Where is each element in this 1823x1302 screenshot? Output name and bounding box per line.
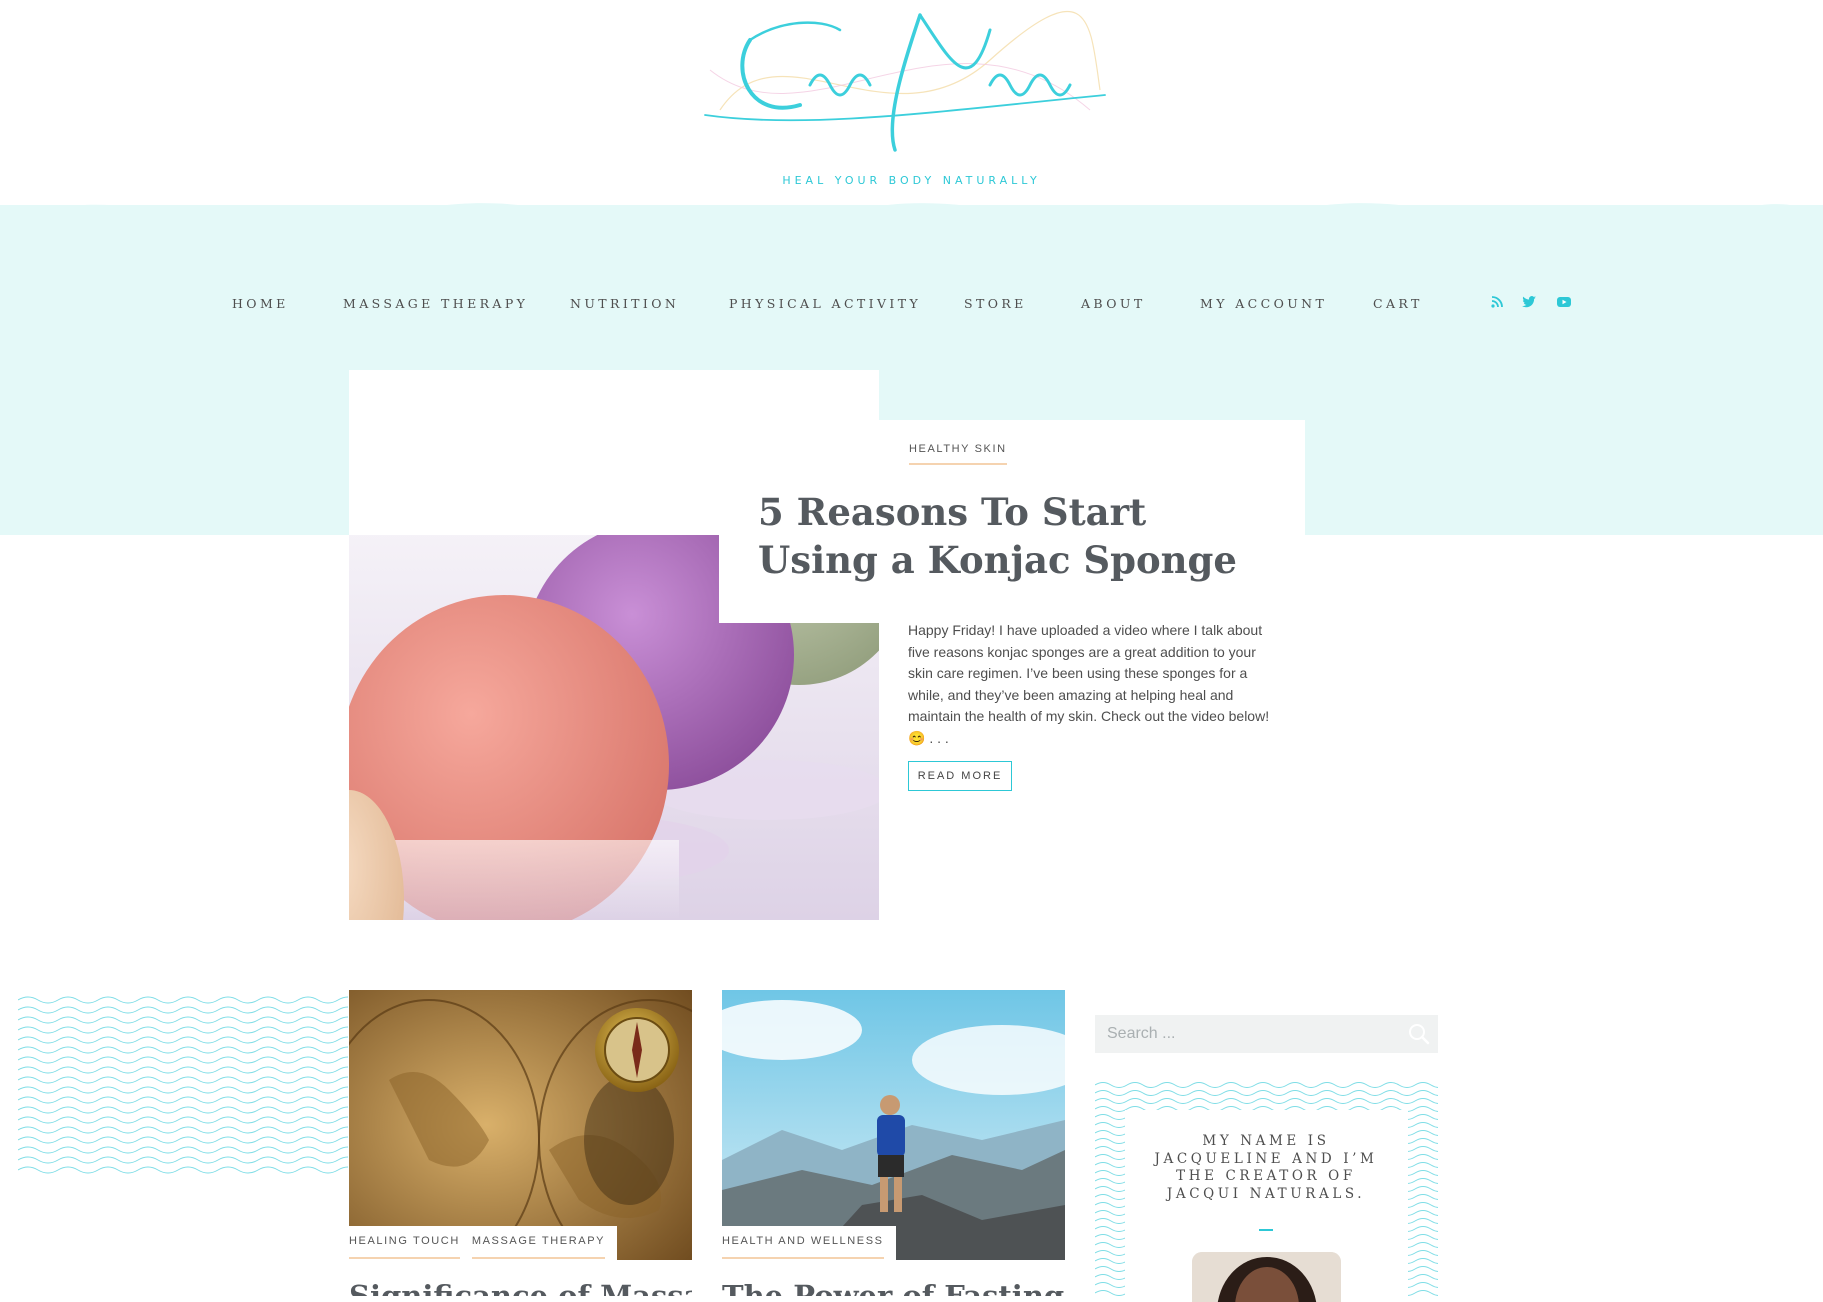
about-widget-text: MY NAME IS JACQUELINE AND I’M THE CREATO…: [1154, 1133, 1378, 1202]
hiker-mountain-image: [722, 990, 1065, 1260]
search-form: [1095, 1015, 1438, 1053]
site-tagline: HEAL YOUR BODY NATURALLY: [782, 174, 1041, 187]
nav-cart[interactable]: CART: [1373, 296, 1423, 311]
post-1-title[interactable]: Significance of Massage: [349, 1276, 692, 1296]
category-health-and-wellness[interactable]: HEALTH AND WELLNESS: [722, 1227, 884, 1259]
band-wave-edge: [0, 203, 1823, 250]
post-image-map-compass[interactable]: [349, 990, 692, 1260]
post-2-categories: HEALTH AND WELLNESS: [722, 1226, 896, 1260]
youtube-icon[interactable]: [1555, 293, 1573, 311]
nav-about[interactable]: ABOUT: [1081, 296, 1146, 311]
decorative-wave-pattern: [18, 996, 348, 1174]
nav-my-account[interactable]: MY ACCOUNT: [1200, 296, 1327, 311]
post-image-hiker-mountain[interactable]: [722, 990, 1065, 1260]
search-input[interactable]: [1095, 1015, 1409, 1053]
post-1-categories: HEALING TOUCH MASSAGE THERAPY: [349, 1226, 618, 1260]
search-icon[interactable]: [1408, 1023, 1430, 1045]
map-compass-image: [349, 990, 692, 1260]
author-photo: [1192, 1252, 1341, 1302]
featured-category-tag[interactable]: HEALTHY SKIN: [909, 443, 1007, 465]
category-healing-touch[interactable]: HEALING TOUCH: [349, 1227, 460, 1259]
read-more-button[interactable]: READ MORE: [908, 761, 1012, 791]
avatar: [1192, 1252, 1341, 1302]
nav-nutrition[interactable]: NUTRITION: [570, 296, 679, 311]
post-2-title[interactable]: The Power of Fasting for: [722, 1276, 1065, 1296]
nav-physical-activity[interactable]: PHYSICAL ACTIVITY: [729, 296, 921, 311]
featured-post-excerpt: Happy Friday! I have uploaded a video wh…: [908, 622, 1270, 746]
twitter-icon[interactable]: [1520, 293, 1538, 311]
nav-store[interactable]: STORE: [964, 296, 1027, 311]
featured-post-title[interactable]: 5 Reasons To Start Using a Konjac Sponge: [758, 488, 1278, 584]
nav-massage-therapy[interactable]: MASSAGE THERAPY: [343, 296, 528, 311]
site-logo[interactable]: [690, 0, 1110, 165]
category-massage-therapy[interactable]: MASSAGE THERAPY: [471, 1227, 606, 1259]
about-divider: [1259, 1229, 1273, 1231]
rss-icon[interactable]: [1488, 293, 1506, 311]
nav-home[interactable]: HOME: [232, 296, 289, 311]
